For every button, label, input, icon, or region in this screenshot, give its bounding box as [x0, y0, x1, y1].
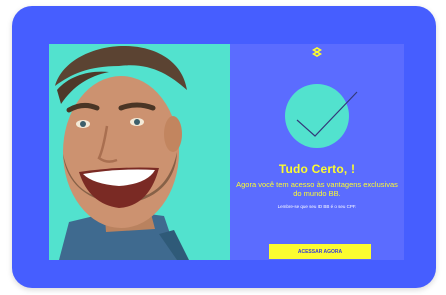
success-screen: Tudo Certo, ! Agora você tem acesso às v…	[49, 44, 404, 260]
hero-photo	[49, 44, 230, 260]
id-reminder-note: Lembre-se que seu ID BB é o seu CPF.	[277, 204, 357, 209]
success-check-circle	[285, 84, 349, 148]
success-title: Tudo Certo, !	[278, 162, 356, 176]
success-subtitle: Agora você tem acesso às vantagens exclu…	[236, 180, 398, 198]
device-frame: Tudo Certo, ! Agora você tem acesso às v…	[12, 6, 436, 288]
access-now-button[interactable]: ACESSAR AGORA	[269, 244, 371, 259]
success-panel: Tudo Certo, ! Agora você tem acesso às v…	[230, 44, 404, 260]
smiling-man-illustration	[49, 44, 230, 260]
bb-logo-icon	[311, 44, 323, 57]
